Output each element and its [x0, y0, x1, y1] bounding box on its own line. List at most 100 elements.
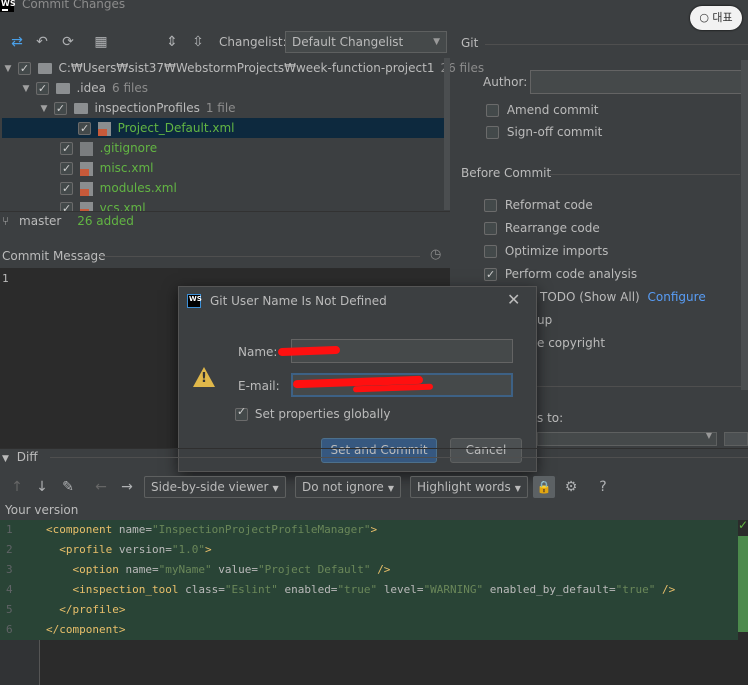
- checkbox-root[interactable]: [17, 59, 31, 79]
- code-analysis-option[interactable]: Perform code analysis: [484, 264, 637, 285]
- code-line: <component name="InspectionProjectProfil…: [46, 523, 378, 536]
- set-globally-option[interactable]: Set properties globally: [235, 405, 391, 421]
- git-user-dialog: WS Git User Name Is Not Defined ✕ ! Name…: [178, 286, 537, 472]
- divider: [98, 256, 420, 257]
- right-panel-scrollbar[interactable]: [741, 60, 748, 390]
- amend-commit-option[interactable]: Amend commit: [486, 100, 599, 120]
- inspection-label: inspectionProfiles: [94, 101, 200, 115]
- move-changes-icon[interactable]: ⇄: [8, 33, 26, 51]
- code-line: </profile>: [59, 603, 126, 616]
- reformat-checkbox[interactable]: [484, 199, 497, 212]
- expand-all-icon[interactable]: ⇕: [163, 33, 181, 51]
- expand-triangle-icon[interactable]: ▼: [2, 59, 14, 79]
- changelist-select[interactable]: Default Changelist ▼: [285, 31, 447, 53]
- name-label: Name:: [238, 345, 278, 359]
- inspection-count: 1 file: [205, 101, 236, 115]
- history-icon[interactable]: ◷: [430, 247, 441, 262]
- branch-name: master: [19, 214, 62, 228]
- help-icon[interactable]: ?: [594, 478, 612, 496]
- branch-status: ⑂ master 26 added: [2, 214, 134, 228]
- line-number: 1: [6, 523, 13, 536]
- tree-row-file[interactable]: Project_Default.xml: [2, 118, 452, 139]
- xml-file-icon: [79, 181, 93, 196]
- expand-triangle-icon[interactable]: ▼: [20, 79, 32, 99]
- divider: [50, 457, 748, 458]
- configure-link[interactable]: Configure: [648, 290, 706, 304]
- email-input[interactable]: [291, 373, 513, 397]
- divider: [537, 386, 741, 387]
- checkbox-file[interactable]: [78, 119, 91, 139]
- name-input[interactable]: [277, 339, 513, 363]
- lock-icon[interactable]: 🔒: [533, 476, 555, 498]
- edit-source-icon[interactable]: ✎: [59, 478, 77, 496]
- signoff-checkbox[interactable]: [486, 126, 499, 139]
- collapse-all-icon[interactable]: ⇳: [189, 33, 207, 51]
- group-by-icon[interactable]: ▦: [92, 33, 110, 51]
- tree-row-inspection[interactable]: ▼ inspectionProfiles 1 file: [2, 98, 452, 119]
- tree-row-file[interactable]: modules.xml: [2, 178, 452, 199]
- highlight-select[interactable]: Highlight words ▼: [410, 476, 528, 498]
- optimize-option[interactable]: Optimize imports: [484, 241, 608, 261]
- changelist-value: Default Changelist: [292, 35, 404, 49]
- changes-to-button[interactable]: [724, 432, 748, 446]
- copyright-label: e copyright: [537, 336, 606, 350]
- line-numbers: 1 2 3 4 5 6: [6, 520, 26, 640]
- tree-scrollbar[interactable]: [444, 58, 450, 210]
- gear-icon[interactable]: ⚙: [562, 478, 580, 496]
- code-analysis-checkbox[interactable]: [484, 265, 497, 285]
- prev-difference-icon[interactable]: ↑: [8, 478, 26, 496]
- tree-row-idea[interactable]: ▼ .idea 6 files: [2, 78, 452, 99]
- forward-icon[interactable]: →: [118, 478, 136, 496]
- line-number: 2: [6, 543, 13, 556]
- diff-header[interactable]: ▼ Diff: [2, 450, 38, 464]
- refresh-icon[interactable]: ⟳: [59, 33, 77, 51]
- todo-option[interactable]: TODO (Show All) Configure: [540, 287, 706, 307]
- rearrange-option[interactable]: Rearrange code: [484, 218, 600, 238]
- cancel-button[interactable]: Cancel: [450, 438, 522, 463]
- code-line: </component>: [46, 623, 126, 636]
- checkbox-file[interactable]: [60, 179, 73, 199]
- root-path: C:₩Users₩sist37₩WebstormProjects₩week-fu…: [58, 61, 435, 75]
- code-line: <profile version="1.0">: [59, 543, 212, 556]
- checkbox-file[interactable]: [60, 159, 73, 179]
- ime-pill-button[interactable]: ○ 대표: [690, 6, 742, 30]
- code-content: <component name="InspectionProjectProfil…: [46, 520, 675, 640]
- reformat-option[interactable]: Reformat code: [484, 195, 593, 215]
- rollback-icon[interactable]: ↶: [33, 33, 51, 51]
- optimize-checkbox[interactable]: [484, 245, 497, 258]
- next-difference-icon[interactable]: ↓: [33, 478, 51, 496]
- tree-row-file[interactable]: .gitignore: [2, 138, 452, 159]
- warning-icon: !: [193, 367, 215, 387]
- folder-icon: [37, 63, 52, 74]
- code-line: <option name="myName" value="Project Def…: [72, 563, 391, 576]
- chevron-down-icon: ▼: [514, 484, 521, 493]
- file-name: Project_Default.xml: [117, 121, 235, 135]
- chevron-down-icon: ▼: [387, 484, 394, 493]
- divider: [550, 174, 740, 175]
- author-input[interactable]: [530, 70, 744, 94]
- divider: [485, 44, 748, 45]
- todo-label: TODO (Show All): [540, 290, 640, 304]
- tree-row-file[interactable]: vcs.xml: [2, 198, 452, 212]
- ignore-select[interactable]: Do not ignore ▼: [295, 476, 401, 498]
- viewer-select[interactable]: Side-by-side viewer ▼: [144, 476, 286, 498]
- checkbox-file[interactable]: [60, 139, 73, 159]
- code-line: <inspection_tool class="Eslint" enabled=…: [72, 583, 676, 596]
- rearrange-checkbox[interactable]: [484, 222, 497, 235]
- dialog-title: Git User Name Is Not Defined: [210, 294, 387, 308]
- collapse-triangle-icon[interactable]: ▼: [2, 454, 9, 464]
- tree-row-root[interactable]: ▼ C:₩Users₩sist37₩WebstormProjects₩week-…: [2, 58, 485, 79]
- amend-checkbox[interactable]: [486, 104, 499, 117]
- back-icon[interactable]: ←: [92, 478, 110, 496]
- checkbox-inspection[interactable]: [53, 99, 67, 119]
- changes-to-select[interactable]: ▼: [537, 431, 717, 446]
- chevron-down-icon: ▼: [433, 37, 440, 47]
- tree-row-file[interactable]: misc.xml: [2, 158, 452, 179]
- set-and-commit-button[interactable]: Set and Commit: [321, 438, 437, 463]
- close-icon[interactable]: ✕: [507, 290, 520, 309]
- expand-triangle-icon[interactable]: ▼: [38, 99, 50, 119]
- set-globally-label: Set properties globally: [254, 407, 391, 421]
- checkbox-idea[interactable]: [35, 79, 49, 99]
- set-globally-checkbox[interactable]: [235, 405, 248, 421]
- signoff-commit-option[interactable]: Sign-off commit: [486, 122, 602, 142]
